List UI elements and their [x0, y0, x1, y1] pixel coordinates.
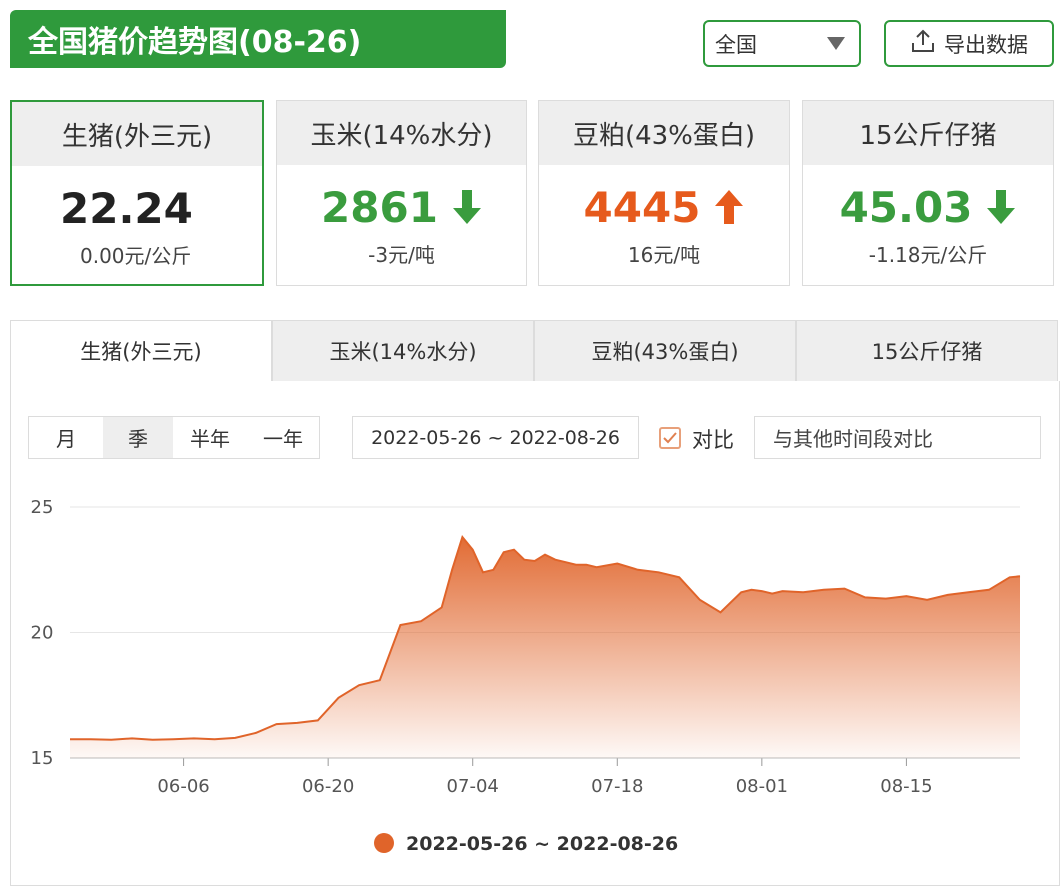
x-tick-label: 06-06	[157, 776, 209, 797]
x-tick-label: 08-15	[880, 776, 932, 797]
chart-legend[interactable]: 2022-05-26 ~ 2022-08-26	[374, 833, 678, 855]
legend-marker	[374, 833, 394, 853]
x-tick-label: 07-04	[447, 776, 499, 797]
price-trend-chart: 15 20 25 06-06 06-20 07-04 07-18 08-01 08-15 20…	[31, 497, 1021, 855]
x-tick-label: 07-18	[591, 776, 643, 797]
series-area	[70, 537, 1020, 758]
legend-label: 2022-05-26 ~ 2022-08-26	[406, 833, 678, 855]
y-tick-label: 15	[31, 748, 54, 769]
x-tick-label: 08-01	[736, 776, 788, 797]
y-tick-label: 20	[31, 623, 54, 644]
x-tick-label: 06-20	[302, 776, 354, 797]
y-tick-label: 25	[31, 497, 54, 518]
